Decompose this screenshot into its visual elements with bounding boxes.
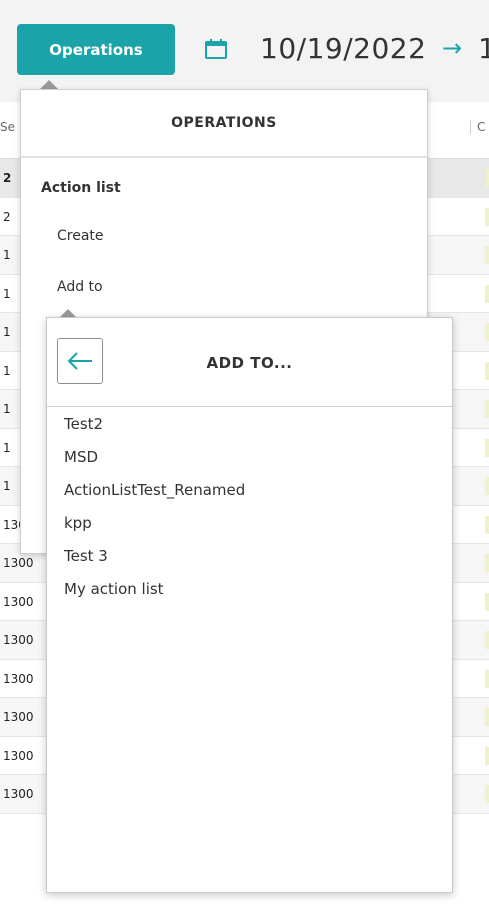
row-id: 1300 — [3, 594, 34, 609]
row-id: 1300 — [3, 748, 34, 763]
row-marker — [485, 708, 489, 726]
row-id: 1300 — [3, 710, 34, 724]
row-id: 1300 — [3, 787, 34, 801]
row-marker — [485, 631, 489, 649]
add-to-caret — [60, 309, 76, 317]
menu-item-add-to[interactable]: Add to — [57, 279, 103, 295]
row-id: 2 — [3, 171, 12, 185]
arrow-right-icon: → — [442, 34, 463, 62]
list-item[interactable]: My action list — [64, 579, 245, 612]
row-id: 1 — [3, 440, 11, 455]
section-action-list: Action list — [41, 180, 121, 196]
row-id: 1 — [3, 363, 11, 378]
calendar-icon[interactable] — [204, 38, 228, 60]
column-header[interactable]: C — [470, 120, 485, 134]
list-item[interactable]: MSD — [64, 447, 245, 480]
row-id: 1300 — [3, 556, 34, 570]
row-marker — [485, 361, 489, 380]
row-marker — [485, 207, 489, 226]
row-marker — [485, 592, 489, 611]
row-id: 1 — [3, 286, 11, 301]
operations-button[interactable]: Operations — [17, 24, 175, 75]
row-id: 1 — [3, 479, 11, 493]
row-marker — [485, 246, 489, 264]
row-marker — [485, 515, 489, 534]
action-list: Test2 MSD ActionListTest_Renamed kpp Tes… — [64, 414, 245, 612]
list-item[interactable]: kpp — [64, 513, 245, 546]
row-marker — [485, 554, 489, 572]
row-marker — [485, 284, 489, 303]
row-id: 1 — [3, 325, 11, 339]
end-date[interactable]: 1 — [478, 32, 489, 65]
row-marker — [485, 746, 489, 765]
add-to-header: ADD TO... — [47, 318, 452, 407]
operations-caret — [40, 80, 58, 89]
list-item[interactable]: Test2 — [64, 414, 245, 447]
row-id: 1300 — [3, 633, 34, 647]
menu-item-create[interactable]: Create — [57, 228, 104, 244]
row-marker — [485, 169, 489, 187]
row-marker — [485, 669, 489, 688]
list-item[interactable]: ActionListTest_Renamed — [64, 480, 245, 513]
row-marker — [485, 438, 489, 457]
column-header[interactable]: Se — [0, 120, 15, 134]
row-id: 1300 — [3, 671, 34, 686]
row-marker — [485, 323, 489, 341]
toolbar: Operations 10/19/2022 → 1 — [0, 0, 489, 102]
operations-title: OPERATIONS — [21, 90, 427, 158]
add-to-title: ADD TO... — [206, 354, 293, 372]
add-to-panel: ADD TO... Test2 MSD ActionListTest_Renam… — [46, 317, 453, 893]
row-marker — [485, 785, 489, 803]
row-marker — [485, 477, 489, 495]
row-id: 1 — [3, 248, 11, 262]
start-date[interactable]: 10/19/2022 — [260, 32, 426, 65]
row-id: 1 — [3, 402, 11, 416]
row-id: 2 — [3, 209, 11, 224]
list-item[interactable]: Test 3 — [64, 546, 245, 579]
row-marker — [485, 400, 489, 418]
